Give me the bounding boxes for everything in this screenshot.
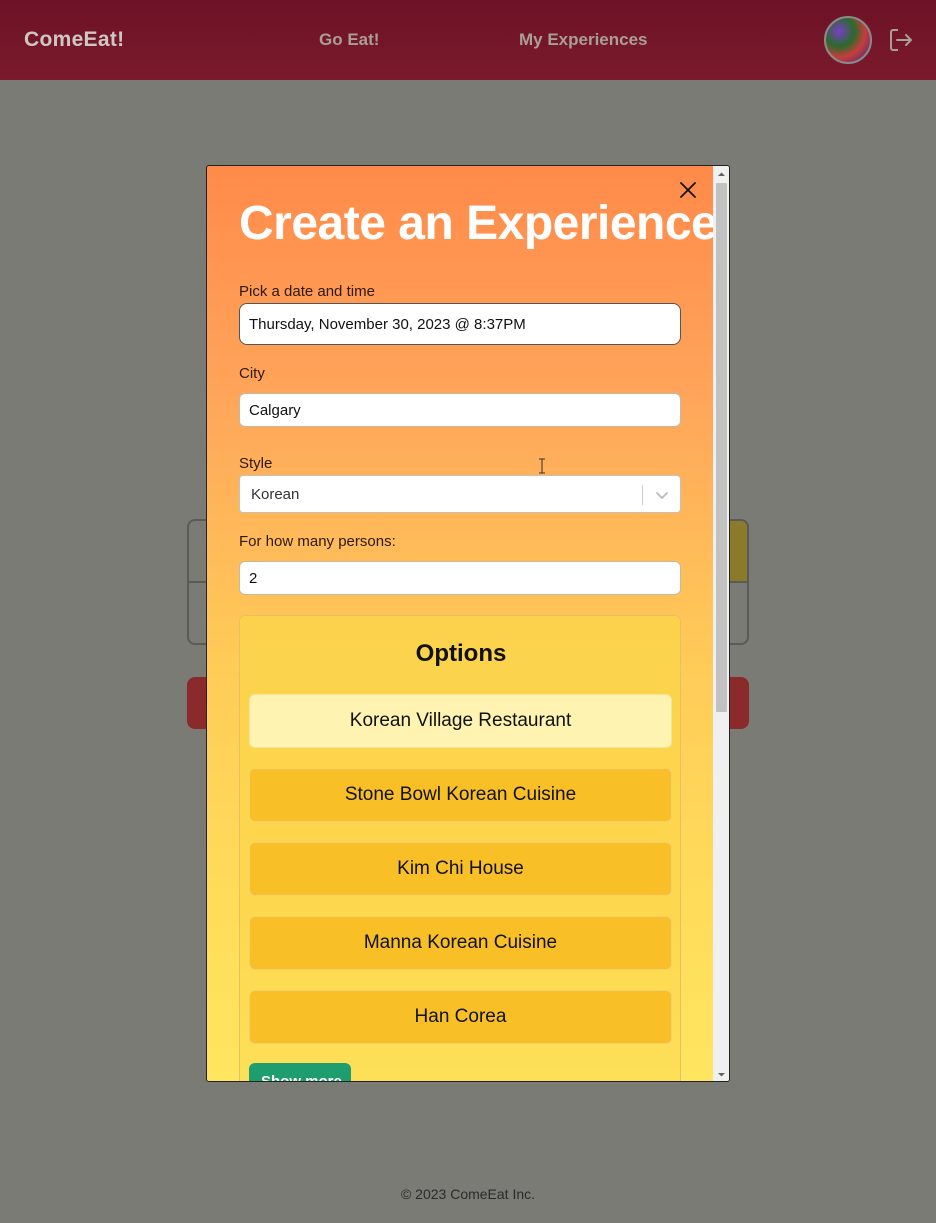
footer-copyright: © 2023 ComeEat Inc.: [400, 1186, 536, 1202]
navbar: ComeEat! Go Eat! My Experiences: [0, 0, 936, 80]
persons-field[interactable]: 2: [239, 561, 681, 595]
brand-logo[interactable]: ComeEat!: [24, 28, 124, 52]
city-value: Calgary: [249, 401, 301, 419]
option-label: Stone Bowl Korean Cuisine: [344, 784, 577, 805]
create-experience-modal: Create an Experience Pick a date and tim…: [206, 165, 730, 1082]
option-button[interactable]: Stone Bowl Korean Cuisine: [249, 768, 672, 822]
nav-link-my-experiences[interactable]: My Experiences: [519, 30, 648, 50]
select-separator: [642, 485, 643, 505]
city-field[interactable]: Calgary: [239, 393, 681, 427]
option-button[interactable]: Han Corea: [249, 990, 672, 1044]
option-button[interactable]: Manna Korean Cuisine: [249, 916, 672, 970]
persons-value: 2: [249, 569, 258, 587]
background-accent: [728, 521, 747, 581]
chevron-down-icon[interactable]: [654, 487, 670, 503]
style-label: Style: [239, 455, 273, 472]
city-label: City: [239, 365, 265, 382]
date-time-field[interactable]: Thursday, November 30, 2023 @ 8:37PM: [239, 303, 681, 345]
text-cursor-icon: [539, 458, 545, 474]
date-time-value: Thursday, November 30, 2023 @ 8:37PM: [249, 315, 526, 333]
option-button[interactable]: Kim Chi House: [249, 842, 672, 896]
date-label: Pick a date and time: [239, 283, 375, 300]
scroll-down-arrow-icon[interactable]: [717, 1070, 726, 1079]
scrollbar-thumb[interactable]: [716, 183, 727, 712]
scroll-up-arrow-icon[interactable]: [717, 170, 726, 179]
user-avatar[interactable]: [824, 16, 872, 64]
option-label: Korean Village Restaurant: [349, 710, 572, 731]
style-select[interactable]: Korean: [239, 475, 681, 513]
options-title: Options: [415, 640, 507, 667]
background-button: [727, 677, 749, 729]
modal-scrollbar[interactable]: [713, 166, 729, 1081]
modal-title: Create an Experience: [239, 197, 718, 250]
option-label: Manna Korean Cuisine: [363, 932, 558, 953]
options-panel: Options Korean Village Restaurant Stone …: [239, 615, 681, 1081]
style-value: Korean: [251, 485, 300, 503]
option-label: Han Corea: [414, 1006, 507, 1027]
option-button[interactable]: Korean Village Restaurant: [249, 694, 672, 748]
logout-icon[interactable]: [888, 27, 914, 53]
option-label: Kim Chi House: [397, 858, 524, 879]
show-more-button[interactable]: Show more: [249, 1063, 351, 1081]
persons-label: For how many persons:: [239, 533, 396, 550]
modal-content: Create an Experience Pick a date and tim…: [207, 166, 718, 1081]
nav-link-go-eat[interactable]: Go Eat!: [319, 30, 379, 50]
